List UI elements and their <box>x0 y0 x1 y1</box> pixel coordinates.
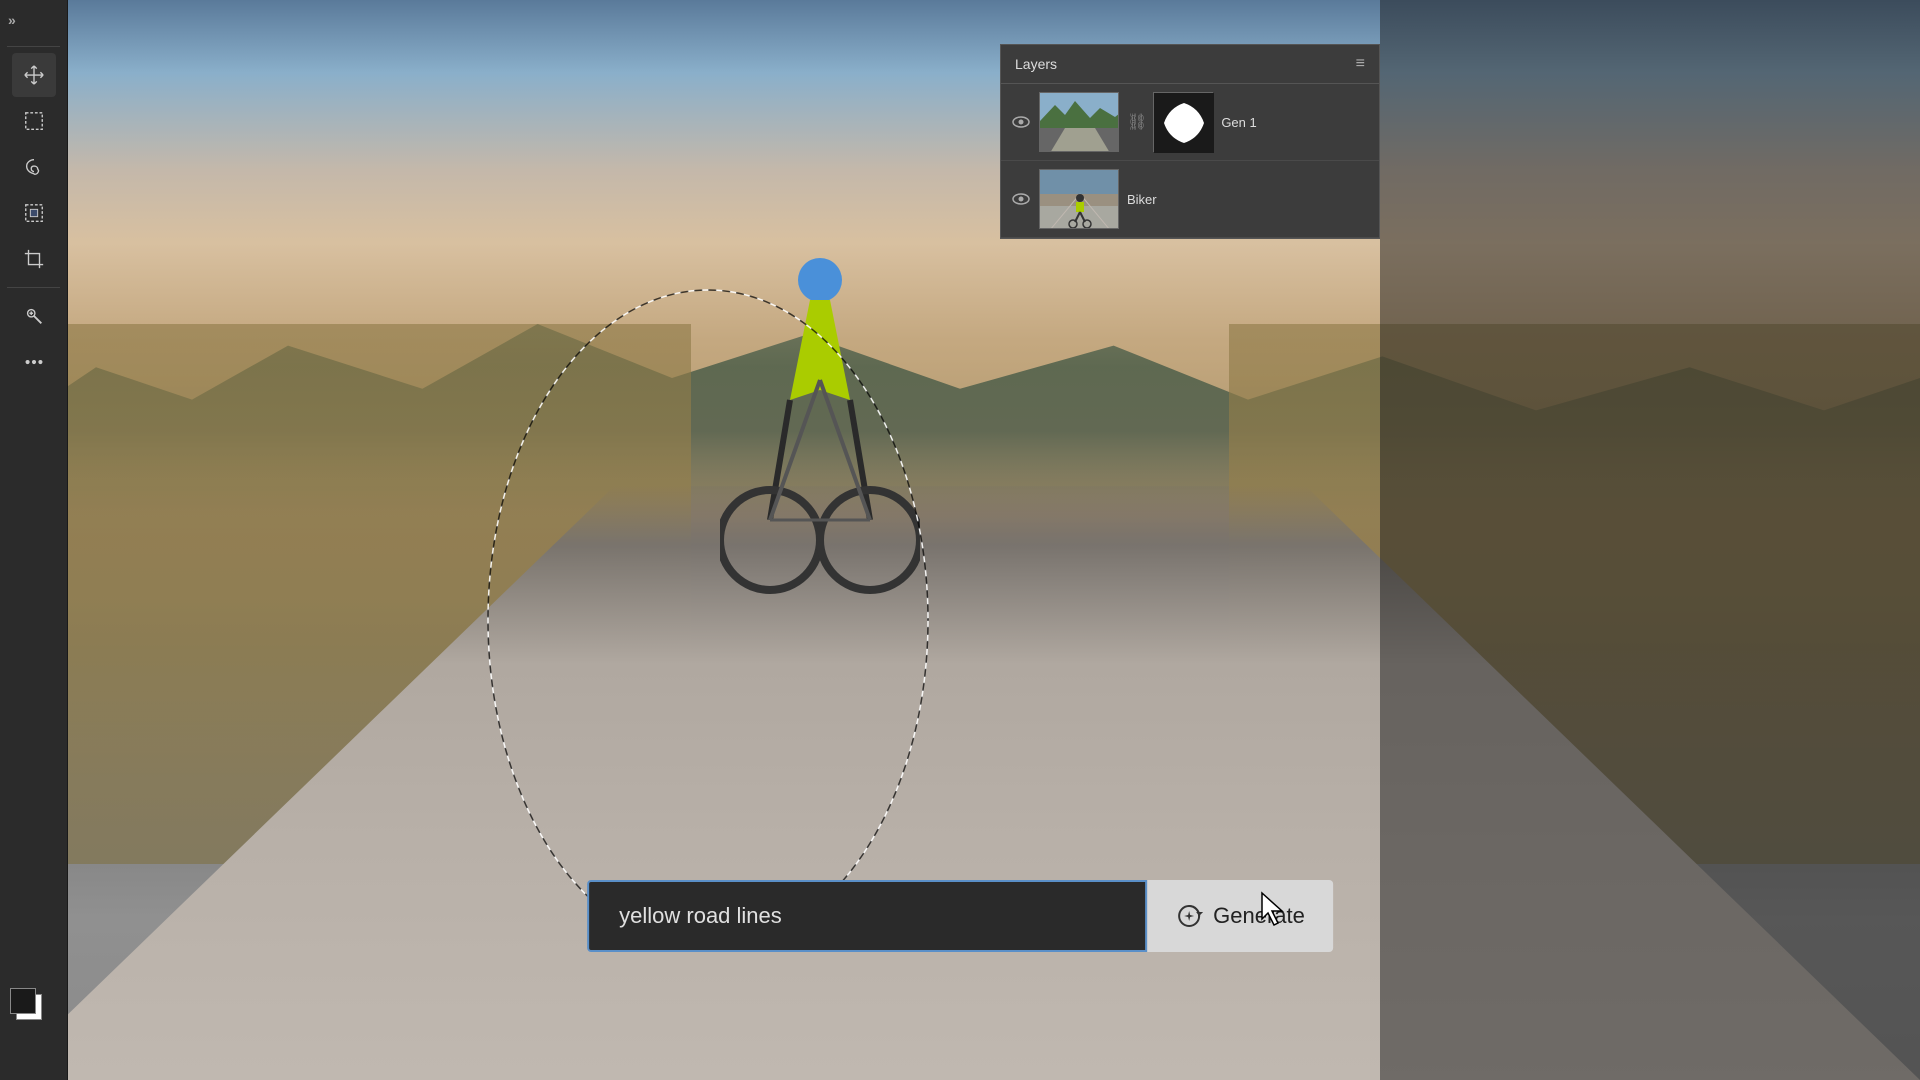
generate-button[interactable]: Generate <box>1147 880 1333 952</box>
layer-name-gen1: Gen 1 <box>1221 115 1369 130</box>
layer-chain-icon: ⛓ <box>1127 112 1147 132</box>
layer-item-gen1[interactable]: ⛓ Gen 1 <box>1001 84 1379 161</box>
crop-icon <box>23 248 45 270</box>
layer-visibility-biker[interactable] <box>1011 189 1031 209</box>
layers-panel: Layers ≡ ⛓ <box>1000 44 1380 239</box>
lasso-icon <box>23 156 45 178</box>
healing-icon <box>23 305 45 327</box>
healing-tool[interactable] <box>12 294 56 338</box>
more-tools-icon <box>23 351 45 373</box>
toolbar-separator-1 <box>7 46 61 47</box>
generate-label: Generate <box>1213 903 1305 929</box>
move-tool[interactable] <box>12 53 56 97</box>
lasso-tool[interactable] <box>12 145 56 189</box>
generate-bar: Generate <box>587 880 1333 952</box>
biker-figure <box>720 200 920 700</box>
color-swatches <box>10 988 52 1030</box>
layer-thumbnail-biker <box>1039 169 1119 229</box>
layer-item-biker[interactable]: Biker <box>1001 161 1379 238</box>
visibility-eye-icon <box>1012 115 1030 129</box>
layer-name-biker: Biker <box>1127 192 1369 207</box>
collapse-icon: » <box>8 12 16 28</box>
layers-panel-title: Layers <box>1015 56 1057 72</box>
layer-thumbnail-gen1 <box>1039 92 1119 152</box>
more-tools[interactable] <box>12 340 56 384</box>
object-selection-tool[interactable] <box>12 191 56 235</box>
prompt-input-container <box>587 880 1147 952</box>
layer-visibility-gen1[interactable] <box>1011 112 1031 132</box>
toolbar-collapse-button[interactable]: » <box>0 8 67 32</box>
foreground-color-swatch[interactable] <box>10 988 36 1014</box>
toolbar-separator-2 <box>7 287 61 288</box>
layers-menu-button[interactable]: ≡ <box>1356 55 1365 73</box>
right-panel <box>1380 0 1920 1080</box>
layers-panel-header: Layers ≡ <box>1001 45 1379 84</box>
left-toolbar: » <box>0 0 68 1080</box>
visibility-eye-icon-biker <box>1012 192 1030 206</box>
crop-tool[interactable] <box>12 237 56 281</box>
object-selection-icon <box>23 202 45 224</box>
generate-sparkle-icon <box>1175 902 1203 930</box>
marquee-tool[interactable] <box>12 99 56 143</box>
layer-mask-gen1 <box>1153 92 1213 152</box>
marquee-icon <box>23 110 45 132</box>
prompt-input[interactable] <box>587 880 1147 952</box>
move-icon <box>23 64 45 86</box>
